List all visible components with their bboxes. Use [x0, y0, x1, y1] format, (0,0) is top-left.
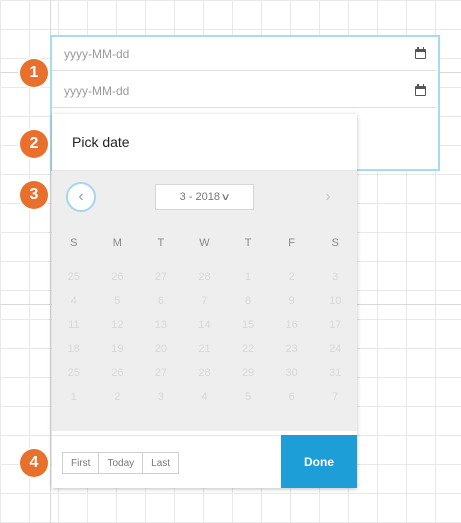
day-cell[interactable]: 25 [52, 361, 96, 385]
date-field-placeholder: yyyy-MM-dd [64, 83, 130, 98]
weekday-label: W [199, 237, 210, 249]
day-cell[interactable]: 23 [270, 337, 314, 361]
day-cell[interactable]: 28 [183, 265, 227, 289]
day-cell[interactable]: 5 [96, 289, 140, 313]
day-cell[interactable]: 30 [270, 361, 314, 385]
day-cell[interactable]: 7 [313, 385, 357, 409]
day-cell[interactable]: 12 [96, 313, 140, 337]
weekday-label: S [331, 237, 339, 249]
day-cell[interactable]: 5 [226, 385, 270, 409]
day-cell[interactable]: 1 [52, 385, 96, 409]
day-cell[interactable]: 6 [139, 289, 183, 313]
day-cell[interactable]: 20 [139, 337, 183, 361]
day-cell[interactable]: 3 [313, 265, 357, 289]
day-cell[interactable]: 27 [139, 265, 183, 289]
day-cell[interactable]: 26 [96, 361, 140, 385]
picker-header: Pick date [52, 114, 357, 170]
day-cell[interactable]: 8 [226, 289, 270, 313]
day-cell[interactable]: 2 [96, 385, 140, 409]
step-marker-2: 2 [20, 130, 48, 158]
day-cell[interactable]: 25 [52, 265, 96, 289]
chevron-left-icon[interactable]: ‹ [66, 182, 96, 212]
day-cell[interactable]: 16 [270, 313, 314, 337]
step-marker-3: 3 [20, 181, 48, 209]
day-cell[interactable]: 2 [270, 265, 314, 289]
day-cell[interactable]: 14 [183, 313, 227, 337]
day-grid: 25 26 27 28 1 2 3 4 5 6 7 8 9 10 11 12 13 14 15 16 17 18 19 20 2… [52, 263, 357, 431]
date-picker-popup: Pick date ‹ 3 - 2018 ∨ › S M T W T F S 2… [52, 114, 357, 488]
day-cell[interactable]: 28 [183, 361, 227, 385]
day-cell[interactable]: 31 [313, 361, 357, 385]
day-cell[interactable]: 4 [183, 385, 227, 409]
day-cell[interactable]: 13 [139, 313, 183, 337]
chevron-right-icon[interactable]: › [316, 183, 340, 211]
day-cell[interactable]: 17 [313, 313, 357, 337]
day-cell[interactable]: 18 [52, 337, 96, 361]
first-button[interactable]: First [62, 452, 100, 474]
calendar-icon[interactable] [415, 46, 426, 59]
weekday-label: F [288, 237, 295, 249]
day-cell[interactable]: 29 [226, 361, 270, 385]
weekday-label: T [157, 237, 165, 249]
today-button[interactable]: Today [98, 452, 144, 474]
day-cell[interactable]: 11 [52, 313, 96, 337]
step-marker-1: 1 [20, 59, 48, 87]
date-field-placeholder: yyyy-MM-dd [64, 46, 130, 61]
day-cell[interactable]: 7 [183, 289, 227, 313]
last-button[interactable]: Last [142, 452, 180, 474]
month-year-select[interactable]: 3 - 2018 ∨ [155, 184, 254, 210]
day-cell[interactable]: 19 [96, 337, 140, 361]
picker-title: Pick date [72, 134, 130, 150]
day-cell[interactable]: 6 [270, 385, 314, 409]
day-cell[interactable]: 22 [226, 337, 270, 361]
weekday-header: S M T W T F S [52, 223, 357, 263]
day-cell[interactable]: 1 [226, 265, 270, 289]
day-cell[interactable]: 26 [96, 265, 140, 289]
day-cell[interactable]: 27 [139, 361, 183, 385]
chevron-down-icon: ∨ [220, 191, 231, 203]
day-cell[interactable]: 21 [183, 337, 227, 361]
weekday-label: M [112, 237, 122, 249]
month-navigation: ‹ 3 - 2018 ∨ › [52, 170, 357, 223]
date-field-1[interactable]: yyyy-MM-dd [52, 37, 436, 71]
weekday-label: S [70, 237, 78, 249]
month-year-label: 3 - 2018 [179, 191, 221, 203]
quick-select-group: First Today Last [62, 452, 180, 474]
day-cell[interactable]: 9 [270, 289, 314, 313]
day-cell[interactable]: 4 [52, 289, 96, 313]
step-marker-4: 4 [20, 449, 48, 477]
day-cell[interactable]: 15 [226, 313, 270, 337]
calendar-icon[interactable] [415, 83, 426, 96]
done-button[interactable]: Done [281, 435, 357, 488]
weekday-label: T [244, 237, 252, 249]
date-field-2[interactable]: yyyy-MM-dd [52, 74, 436, 108]
day-cell[interactable]: 10 [313, 289, 357, 313]
picker-footer: First Today Last Done [52, 435, 357, 488]
day-cell[interactable]: 3 [139, 385, 183, 409]
day-cell[interactable]: 24 [313, 337, 357, 361]
